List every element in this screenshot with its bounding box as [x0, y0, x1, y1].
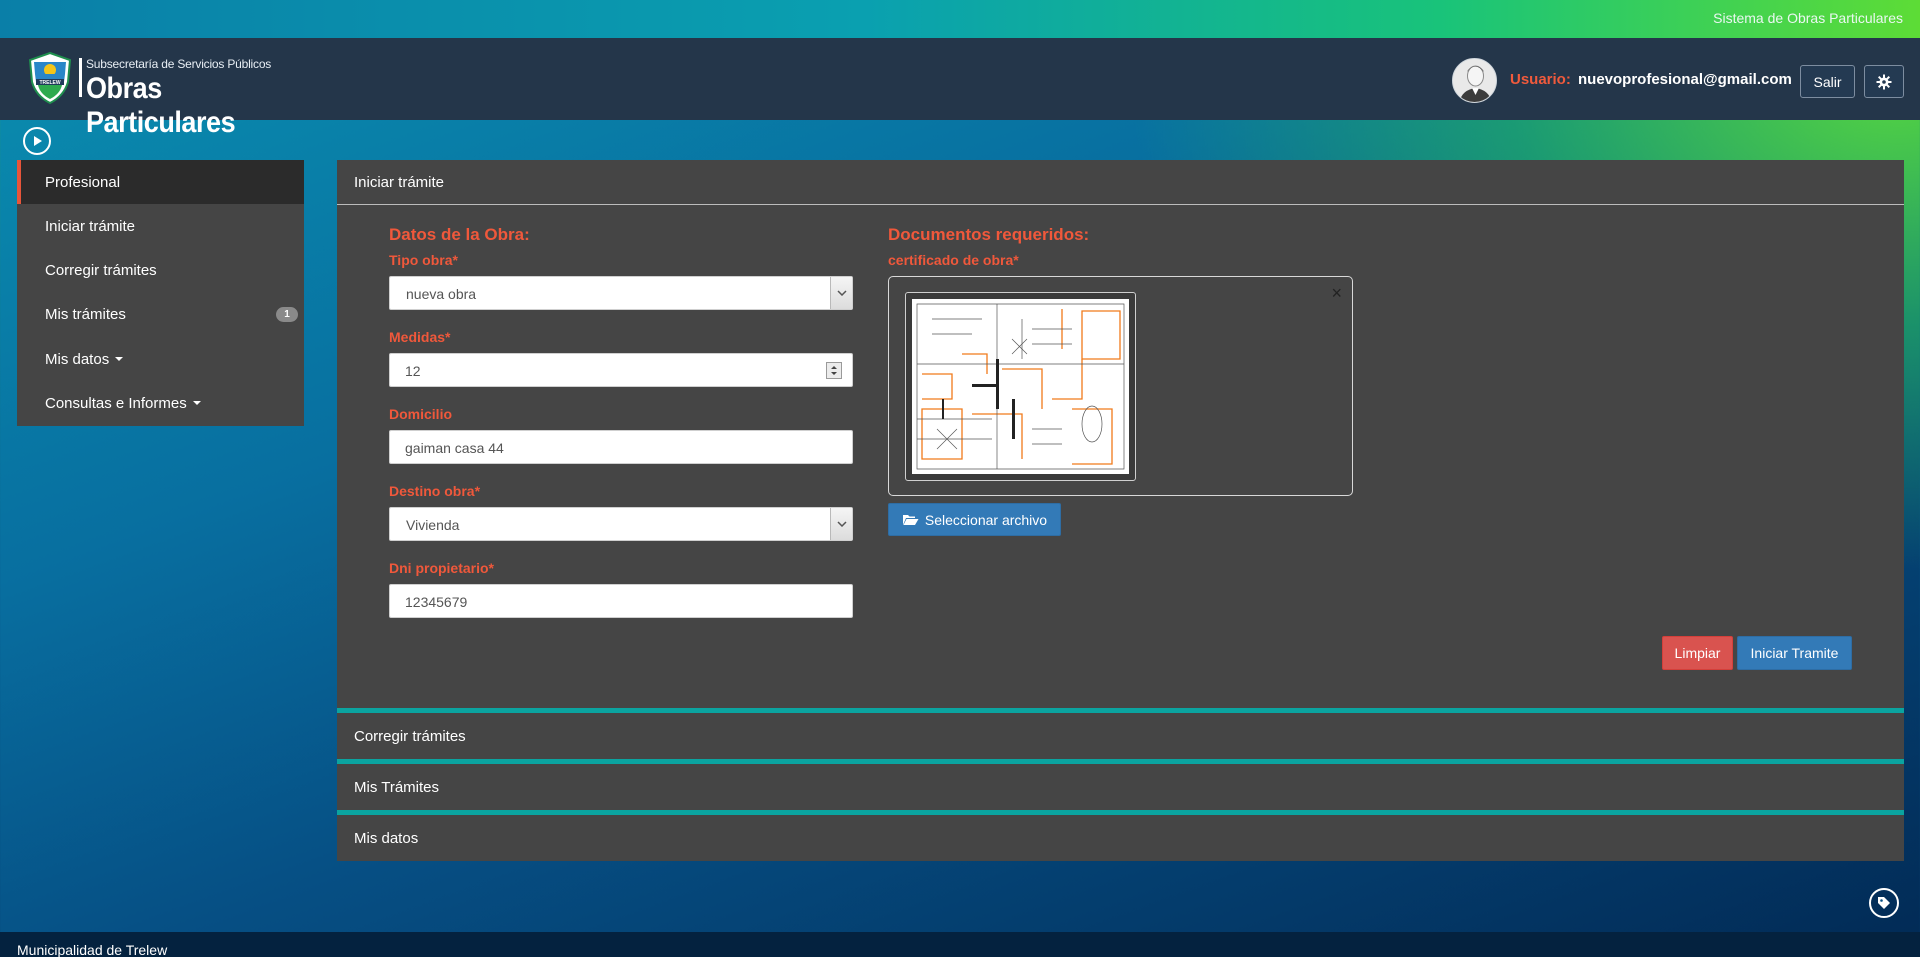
- dni-propietario-input[interactable]: 12345679: [389, 584, 853, 618]
- footer-text: Municipalidad de Trelew: [17, 942, 168, 957]
- number-stepper[interactable]: [826, 362, 842, 379]
- clear-button[interactable]: Limpiar: [1662, 636, 1733, 670]
- corregir-tramites-panel[interactable]: Corregir trámites: [337, 713, 1904, 759]
- user-label: Usuario:: [1510, 71, 1571, 88]
- medidas-value: 12: [405, 363, 421, 379]
- settings-button[interactable]: [1864, 65, 1904, 98]
- destino-obra-label: Destino obra*: [389, 483, 481, 499]
- select-file-label: Seleccionar archivo: [924, 511, 1048, 528]
- play-circle-icon: [34, 136, 42, 146]
- caret-down-icon: [115, 357, 124, 361]
- submit-button[interactable]: Iniciar Tramite: [1737, 636, 1852, 670]
- mis-tramites-panel[interactable]: Mis Trámites: [337, 764, 1904, 810]
- sidebar-item-label: Profesional: [45, 173, 121, 191]
- panel-title[interactable]: Mis datos: [337, 815, 1904, 861]
- form-area: Datos de la Obra: Tipo obra* nueva obra …: [337, 160, 1904, 708]
- user-avatar-icon: [1453, 59, 1496, 102]
- sidebar-item-mis-datos[interactable]: Mis datos: [17, 337, 304, 381]
- sidebar-item-corregir-tramites[interactable]: Corregir trámites: [17, 248, 304, 292]
- sidebar-item-label: Mis datos: [45, 350, 110, 368]
- sidebar-item-label: Mis trámites: [45, 305, 126, 323]
- sidebar-item-label: Iniciar trámite: [45, 217, 136, 235]
- select-file-button[interactable]: Seleccionar archivo: [888, 503, 1061, 536]
- panel-title[interactable]: Mis Trámites: [337, 764, 1904, 810]
- sidebar-item-mis-tramites[interactable]: Mis trámites 1: [17, 292, 304, 336]
- obra-section-title: Datos de la Obra:: [389, 225, 530, 244]
- sidebar-item-profesional[interactable]: Profesional: [17, 160, 304, 204]
- tipo-obra-value: nueva obra: [406, 286, 477, 302]
- folder-open-icon: [902, 515, 919, 525]
- logo-title: Obras Particulares: [86, 72, 236, 139]
- sidebar-item-consultas-informes[interactable]: Consultas e Informes: [17, 381, 304, 425]
- footer: Municipalidad de Trelew: [0, 932, 1920, 957]
- caret-down-icon: [192, 401, 201, 405]
- dni-propietario-label: Dni propietario*: [389, 560, 495, 576]
- gear-icon: [1876, 74, 1892, 89]
- tag-icon: [1878, 897, 1890, 909]
- top-strip: Sistema de Obras Particulares: [0, 0, 1920, 38]
- medidas-label: Medidas*: [389, 329, 451, 345]
- tipo-obra-select[interactable]: nueva obra: [389, 276, 853, 310]
- close-icon[interactable]: ×: [1331, 283, 1342, 304]
- logo[interactable]: TRELEW Subsecretaría de Servicios Públic…: [28, 52, 338, 139]
- sidebar-toggle-button[interactable]: [23, 127, 51, 155]
- chevron-down-icon[interactable]: [830, 277, 852, 309]
- documentos-section-title: Documentos requeridos:: [888, 225, 1090, 244]
- panel-title[interactable]: Corregir trámites: [337, 713, 1904, 759]
- domicilio-label: Domicilio: [389, 406, 453, 422]
- logout-button[interactable]: Salir: [1800, 65, 1855, 98]
- sidebar: Profesional Iniciar trámite Corregir trá…: [17, 160, 304, 426]
- trelew-shield-icon: TRELEW: [28, 52, 72, 104]
- navbar: TRELEW Subsecretaría de Servicios Públic…: [0, 38, 1920, 139]
- tag-button[interactable]: [1869, 888, 1899, 918]
- sidebar-item-label: Consultas e Informes: [45, 394, 187, 412]
- user-email: nuevoprofesional@gmail.com: [1578, 71, 1792, 88]
- file-preview-box: ×: [888, 276, 1353, 496]
- file-thumbnail[interactable]: [905, 292, 1136, 481]
- domicilio-input[interactable]: gaiman casa 44: [389, 430, 853, 464]
- logo-subtitle: Subsecretaría de Servicios Públicos: [86, 57, 272, 71]
- medidas-input[interactable]: 12: [389, 353, 853, 387]
- logo-divider: [79, 58, 82, 97]
- sidebar-item-iniciar-tramite[interactable]: Iniciar trámite: [17, 204, 304, 248]
- sidebar-item-label: Corregir trámites: [45, 261, 157, 279]
- dni-propietario-value: 12345679: [405, 594, 468, 610]
- certificado-label: certificado de obra*: [888, 252, 1019, 268]
- tipo-obra-label: Tipo obra*: [389, 252, 458, 268]
- avatar[interactable]: [1452, 58, 1497, 103]
- destino-obra-value: Vivienda: [406, 517, 460, 533]
- mis-datos-panel[interactable]: Mis datos: [337, 815, 1904, 861]
- count-badge: 1: [276, 307, 298, 322]
- chevron-down-icon[interactable]: [830, 508, 852, 540]
- system-title: Sistema de Obras Particulares: [1713, 10, 1903, 26]
- iniciar-tramite-panel: Iniciar trámite Datos de la Obra: Tipo o…: [337, 160, 1904, 708]
- floor-plan-thumbnail: [912, 299, 1129, 474]
- destino-obra-select[interactable]: Vivienda: [389, 507, 853, 541]
- domicilio-value: gaiman casa 44: [405, 440, 504, 456]
